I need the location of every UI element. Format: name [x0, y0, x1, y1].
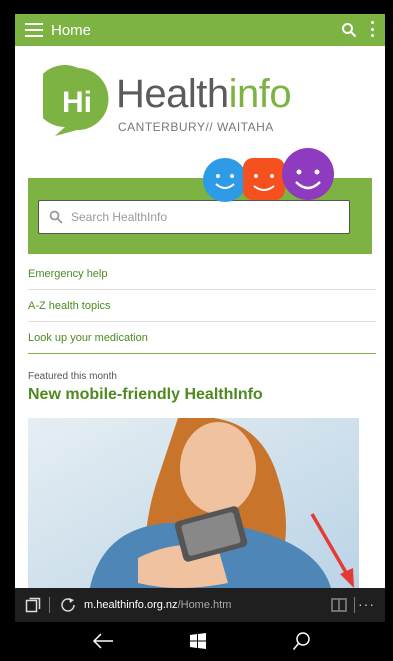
link-az-health-topics[interactable]: A-Z health topics — [28, 290, 376, 322]
more-actions-button[interactable]: ··· — [358, 596, 375, 612]
hamburger-menu-icon[interactable] — [25, 23, 43, 37]
tabs-icon[interactable] — [25, 597, 41, 613]
system-nav-bar — [15, 622, 385, 661]
featured-label: Featured this month — [28, 371, 117, 382]
healthinfo-logo[interactable]: Hi Healthinfo CANTERBURY// WAITAHA — [43, 64, 323, 144]
featured-title-link[interactable]: New mobile-friendly HealthInfo — [28, 386, 263, 404]
app-bar-title: Home — [51, 21, 92, 39]
reading-view-icon[interactable] — [331, 597, 347, 613]
more-options-icon[interactable] — [371, 21, 375, 37]
app-bar: Home — [15, 14, 385, 46]
hi-logo-icon: Hi — [43, 65, 109, 136]
cortana-search-icon[interactable] — [292, 631, 312, 651]
refresh-icon[interactable] — [60, 597, 76, 613]
back-arrow-icon[interactable] — [91, 631, 115, 651]
link-emergency-help[interactable]: Emergency help — [28, 258, 376, 290]
url-field[interactable]: m.healthinfo.org.nz/Home.htm — [84, 599, 231, 611]
search-box[interactable] — [38, 200, 350, 234]
smiley-faces-illustration — [203, 148, 334, 202]
divider — [49, 597, 50, 613]
link-look-up-medication[interactable]: Look up your medication — [28, 322, 376, 354]
svg-text:Hi: Hi — [62, 86, 92, 119]
search-input[interactable] — [71, 210, 301, 224]
search-icon[interactable] — [341, 22, 357, 38]
quick-links-list: Emergency help A-Z health topics Look up… — [28, 258, 376, 354]
divider — [354, 597, 355, 613]
search-input-icon — [49, 210, 63, 224]
browser-address-bar: m.healthinfo.org.nz/Home.htm ··· — [15, 588, 385, 622]
windows-start-icon[interactable] — [190, 633, 206, 649]
logo-wordmark: Healthinfo — [116, 72, 292, 116]
red-arrow-annotation — [310, 513, 354, 588]
logo-subtitle: CANTERBURY// WAITAHA — [118, 120, 274, 134]
